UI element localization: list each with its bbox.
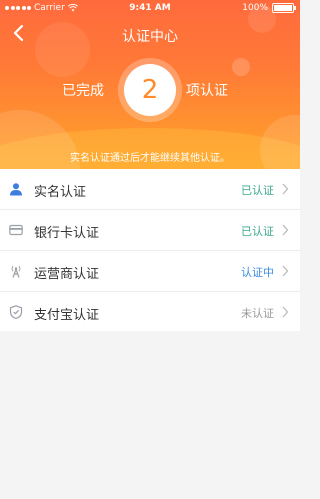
shield-icon xyxy=(9,305,23,319)
item-label: 运营商认证 xyxy=(34,267,100,282)
chevron-right-icon xyxy=(282,306,289,318)
battery-percent: 100% xyxy=(242,3,268,13)
completed-label: 已完成 xyxy=(62,83,104,99)
page-title: 认证中心 xyxy=(122,29,178,45)
completed-count: 2 xyxy=(124,64,176,116)
header-banner: Carrier 9:41 AM 100% 认证中心 已完成 2 项认证 实名认证… xyxy=(0,0,300,169)
status-badge: 已认证 xyxy=(241,184,274,197)
hint-text: 实名认证通过后才能继续其他认证。 xyxy=(70,153,230,164)
signal-tower-icon xyxy=(11,265,21,278)
status-badge: 已认证 xyxy=(241,225,274,238)
item-label: 支付宝认证 xyxy=(34,308,100,323)
verification-list: 实名认证 已认证 银行卡认证 已认证 运营商认证 认证中 支付宝认证 未认证 xyxy=(0,169,300,332)
nav-bar: 认证中心 xyxy=(0,18,300,50)
list-item-alipay[interactable]: 支付宝认证 未认证 xyxy=(0,292,300,332)
battery-info: 100% xyxy=(242,3,296,13)
chevron-right-icon xyxy=(282,224,289,236)
list-item-bank-card[interactable]: 银行卡认证 已认证 xyxy=(0,210,300,251)
empty-area xyxy=(0,331,300,499)
chevron-right-icon xyxy=(282,265,289,277)
unit-label: 项认证 xyxy=(186,83,228,99)
bank-card-icon xyxy=(9,224,23,236)
status-bar: Carrier 9:41 AM 100% xyxy=(0,0,300,16)
completion-summary: 已完成 2 项认证 xyxy=(0,58,300,128)
person-icon xyxy=(10,183,22,196)
status-badge: 未认证 xyxy=(241,307,274,320)
item-label: 银行卡认证 xyxy=(34,226,100,241)
item-label: 实名认证 xyxy=(34,185,87,200)
chevron-right-icon xyxy=(282,183,289,195)
list-item-carrier[interactable]: 运营商认证 认证中 xyxy=(0,251,300,292)
list-item-real-name[interactable]: 实名认证 已认证 xyxy=(0,169,300,210)
status-badge: 认证中 xyxy=(241,266,274,279)
battery-icon xyxy=(272,3,296,13)
